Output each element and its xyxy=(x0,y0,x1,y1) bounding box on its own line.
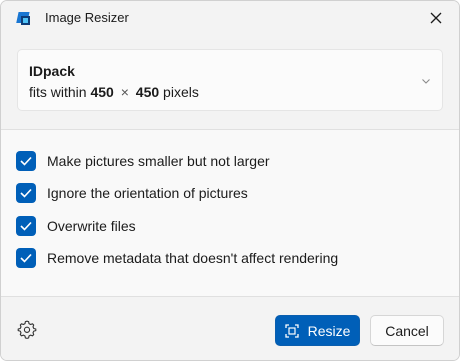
gear-icon[interactable] xyxy=(17,320,37,340)
close-button[interactable] xyxy=(421,5,451,31)
option-label: Overwrite files xyxy=(47,218,136,234)
options-panel: Make pictures smaller but not larger Ign… xyxy=(1,130,459,296)
preset-selector[interactable]: IDpack fits within 450 × 450 pixels xyxy=(17,49,443,111)
preset-unit: pixels xyxy=(163,84,199,100)
cancel-button[interactable]: Cancel xyxy=(370,315,444,346)
resize-button-label: Resize xyxy=(307,322,351,339)
close-icon xyxy=(430,12,442,24)
preset-name: IDpack xyxy=(29,63,75,79)
checkbox-checked[interactable] xyxy=(16,216,36,236)
preset-description: fits within 450 × 450 pixels xyxy=(29,84,199,100)
window-title: Image Resizer xyxy=(45,10,129,25)
resize-button[interactable]: Resize xyxy=(275,315,360,346)
option-label: Ignore the orientation of pictures xyxy=(47,185,248,201)
title-bar: Image Resizer xyxy=(1,1,459,35)
option-label: Remove metadata that doesn't affect rend… xyxy=(47,250,339,266)
cancel-button-label: Cancel xyxy=(385,322,429,339)
resize-icon xyxy=(284,323,299,338)
checkbox-checked[interactable] xyxy=(16,248,36,268)
preset-width: 450 xyxy=(90,84,114,100)
option-overwrite-files[interactable]: Overwrite files xyxy=(16,215,136,237)
option-make-smaller[interactable]: Make pictures smaller but not larger xyxy=(16,150,270,172)
preset-desc-prefix: fits within xyxy=(29,84,87,100)
option-remove-metadata[interactable]: Remove metadata that doesn't affect rend… xyxy=(16,247,338,269)
option-label: Make pictures smaller but not larger xyxy=(47,153,270,169)
image-resizer-icon xyxy=(16,10,32,26)
chevron-down-icon xyxy=(420,74,432,86)
preset-times: × xyxy=(120,84,129,100)
image-resizer-window: Image Resizer IDpack fits within 450 × 4… xyxy=(0,0,460,361)
checkbox-checked[interactable] xyxy=(16,151,36,171)
footer-bar: Resize Cancel xyxy=(1,297,459,360)
checkbox-checked[interactable] xyxy=(16,183,36,203)
preset-height: 450 xyxy=(135,84,160,100)
option-ignore-orientation[interactable]: Ignore the orientation of pictures xyxy=(16,182,248,204)
